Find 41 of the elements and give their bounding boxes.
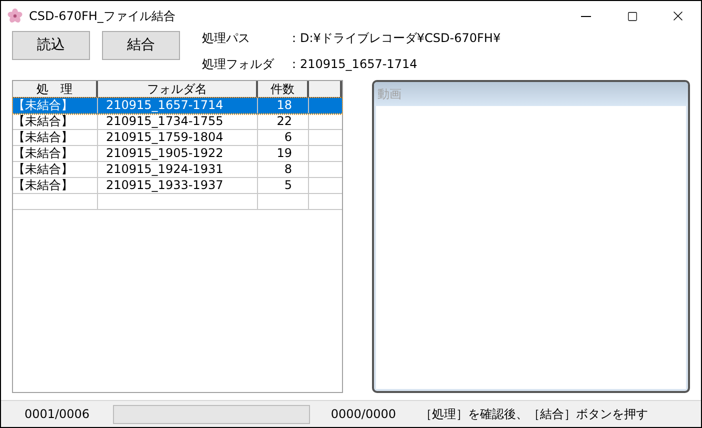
table-cell: 210915_1905-1922 <box>98 146 258 161</box>
table-cell: 8 <box>258 162 309 177</box>
toolbar-button[interactable]: 結合 <box>102 31 180 60</box>
status-message: ［処理］を確認後、［結合］ボタンを押す <box>420 406 648 423</box>
maximize-icon <box>626 10 638 22</box>
table-cell: 210915_1933-1937 <box>98 178 258 193</box>
table-cell: 【未結合】 <box>13 178 98 193</box>
window-title: CSD-670FH_ファイル結合 <box>29 8 176 25</box>
table-cell: 210915_1924-1931 <box>98 162 258 177</box>
table-cell: 5 <box>258 178 309 193</box>
table-cell: 6 <box>258 130 309 145</box>
column-header[interactable]: 件数 <box>258 81 309 98</box>
table-cell: 22 <box>258 114 309 129</box>
flower-icon <box>7 8 23 24</box>
table-cell: 18 <box>258 98 309 113</box>
table-cell: 【未結合】 <box>13 98 98 113</box>
table-cell: 【未結合】 <box>13 114 98 129</box>
status-position: 0001/0006 <box>23 406 91 423</box>
table-row[interactable]: 【未結合】 210915_1759-1804 6 <box>13 130 342 146</box>
status-count: 0000/0000 <box>330 406 397 423</box>
column-header[interactable]: フォルダ名 <box>98 81 258 98</box>
table-cell: 210915_1734-1755 <box>98 114 258 129</box>
table-cell: 【未結合】 <box>13 130 98 145</box>
info-value: ：210915_1657-1714 <box>288 56 418 73</box>
table-cell: 210915_1759-1804 <box>98 130 258 145</box>
panel-title: 動画 <box>377 86 402 103</box>
table-cell: 【未結合】 <box>13 162 98 177</box>
table-cell: 210915_1657-1714 <box>98 98 258 113</box>
column-header[interactable]: 処 理 <box>13 81 98 98</box>
table-row[interactable]: 【未結合】 210915_1924-1931 8 <box>13 162 342 178</box>
toolbar-button[interactable]: 読込 <box>12 31 90 60</box>
table-row[interactable]: 【未結合】 210915_1657-1714 18 <box>13 98 342 114</box>
table-row[interactable]: 【未結合】 210915_1734-1755 22 <box>13 114 342 130</box>
info-label: 処理フォルダ <box>202 56 276 73</box>
table-cell: 19 <box>258 146 309 161</box>
info-value: ：D:¥ドライブレコーダ¥CSD-670FH¥ <box>288 30 501 47</box>
info-label: 処理パス <box>202 30 251 47</box>
table-cell: 【未結合】 <box>13 146 98 161</box>
column-header[interactable] <box>309 81 342 98</box>
table-row[interactable]: 【未結合】 210915_1933-1937 5 <box>13 178 342 194</box>
table-row[interactable]: 【未結合】 210915_1905-1922 19 <box>13 146 342 162</box>
